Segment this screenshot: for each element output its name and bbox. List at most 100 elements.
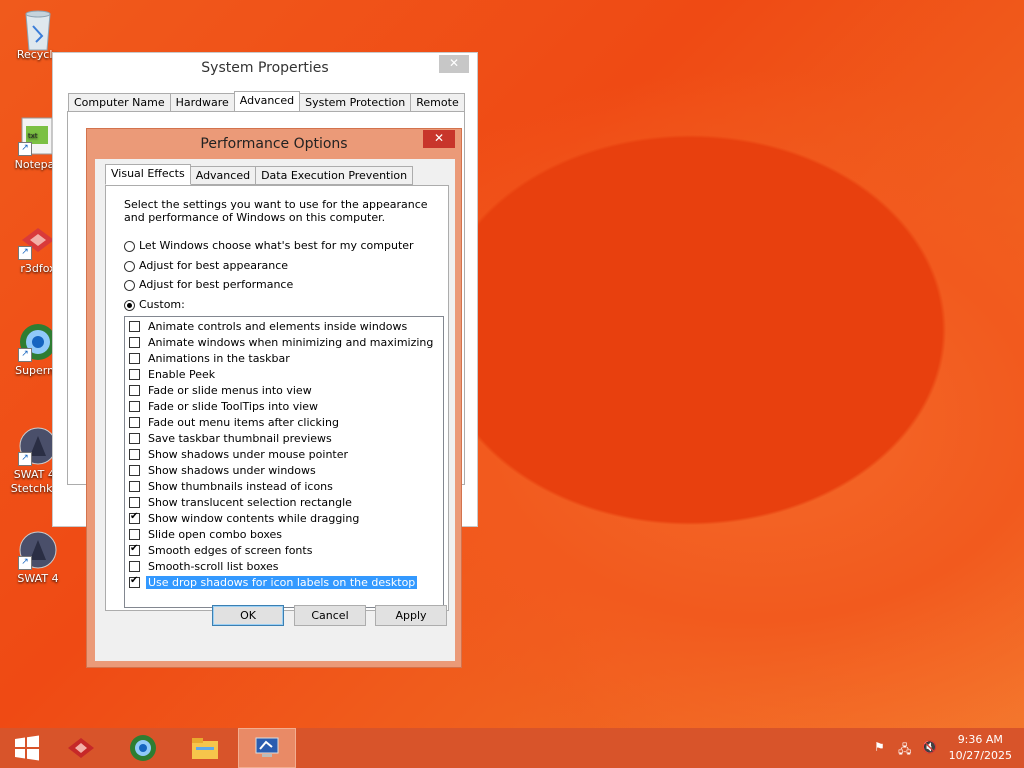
checkbox-label: Save taskbar thumbnail previews [148,431,332,445]
checkbox[interactable] [129,480,140,492]
window-title: System Properties [201,60,329,76]
list-item[interactable]: Animations in the taskbar [129,350,292,366]
list-item[interactable]: Use drop shadows for icon labels on the … [129,574,418,590]
list-item[interactable]: Enable Peek [129,366,217,382]
cancel-button[interactable]: Cancel [294,605,366,626]
desktop-icon-label: SWAT 4 [17,572,59,585]
file-explorer-icon [192,738,218,759]
list-item[interactable]: Slide open combo boxes [129,526,284,542]
shortcut-arrow-icon: ↗ [18,246,32,260]
radio-button[interactable] [124,299,135,311]
shortcut-arrow-icon: ↗ [18,348,32,362]
list-item[interactable]: Animate windows when minimizing and maxi… [129,334,435,350]
checkbox[interactable] [129,432,140,444]
checkbox-label: Fade out menu items after clicking [148,415,339,429]
tab-system-protection[interactable]: System Protection [299,93,412,112]
performance-options-dialog[interactable]: Performance Options ✕ Visual Effects Adva… [86,128,462,668]
checkbox-label: Show shadows under mouse pointer [148,447,349,461]
checkbox-label: Use drop shadows for icon labels on the … [146,575,418,589]
list-item[interactable]: Fade or slide ToolTips into view [129,398,320,414]
taskbar-supermium[interactable] [116,728,170,768]
checkbox-label: Show window contents while dragging [148,511,360,525]
taskbar-file-explorer[interactable] [178,728,232,768]
apply-button[interactable]: Apply [375,605,447,626]
checkbox[interactable] [129,511,140,524]
tab-data-execution-prevention[interactable]: Data Execution Prevention [255,166,414,185]
clock-date: 10/27/2025 [948,749,1012,762]
checkbox-label: Fade or slide ToolTips into view [148,399,319,413]
tab-computer-name[interactable]: Computer Name [68,93,171,112]
checkbox[interactable] [129,320,140,332]
radio-button[interactable] [124,260,135,272]
network-icon[interactable]: 🖧 [898,740,911,761]
windows-start-icon [15,735,39,761]
radio-custom[interactable]: Custom: [124,297,185,313]
checkbox[interactable] [129,560,140,572]
radio-label: Adjust for best performance [139,278,294,291]
list-item[interactable]: Show shadows under windows [129,462,318,478]
list-item[interactable]: Save taskbar thumbnail previews [129,430,334,446]
checkbox[interactable] [129,416,140,428]
radio-best-appearance[interactable]: Adjust for best appearance [124,258,288,274]
checkbox-label: Show translucent selection rectangle [148,495,352,509]
visual-effects-panel: Select the settings you want to use for … [105,185,449,611]
volume-muted-icon[interactable]: 🔇 [922,740,937,754]
checkbox[interactable] [129,464,140,476]
shortcut-arrow-icon: ↗ [18,556,32,570]
tab-remote[interactable]: Remote [410,93,465,112]
taskbar-r3dfox[interactable] [54,728,108,768]
checkbox[interactable] [129,575,140,588]
checkbox[interactable] [129,448,140,460]
taskbar-clock[interactable]: 9:36 AM 10/27/2025 [949,732,1012,764]
list-item[interactable]: Show translucent selection rectangle [129,494,354,510]
desktop-icon-swat4[interactable]: ↗ SWAT 4 [2,530,74,586]
system-properties-icon [255,737,279,757]
tab-advanced[interactable]: Advanced [189,166,257,185]
list-item[interactable]: Show window contents while dragging [129,510,361,526]
checkbox[interactable] [129,336,140,348]
taskbar-system-properties[interactable] [238,728,296,768]
tab-hardware[interactable]: Hardware [169,93,235,112]
radio-button[interactable] [124,240,135,252]
checkbox[interactable] [129,368,140,380]
window-title: Performance Options [200,136,348,152]
ok-button[interactable]: OK [212,605,284,626]
radio-best-performance[interactable]: Adjust for best performance [124,277,293,293]
radio-button[interactable] [124,279,135,291]
shortcut-arrow-icon: ↗ [18,142,32,156]
dialog-client-area: Visual Effects Advanced Data Execution Pre… [95,159,455,661]
list-item[interactable]: Smooth edges of screen fonts [129,542,314,558]
list-item[interactable]: Fade or slide menus into view [129,382,314,398]
checkbox-label: Smooth edges of screen fonts [148,543,313,557]
list-item[interactable]: Show thumbnails instead of icons [129,478,335,494]
recycle-bin-icon [18,6,58,51]
description-text: Select the settings you want to use for … [124,198,428,224]
radio-let-windows-choose[interactable]: Let Windows choose what's best for my co… [124,238,414,254]
checkbox-label: Fade or slide menus into view [148,383,312,397]
checkbox[interactable] [129,400,140,412]
close-button[interactable]: ✕ [439,55,469,73]
swat4-icon: ↗ [18,530,58,570]
clock-time: 9:36 AM [957,733,1003,746]
checkbox[interactable] [129,528,140,540]
shortcut-arrow-icon: ↗ [18,452,32,466]
close-button[interactable]: ✕ [423,130,455,148]
tab-visual-effects[interactable]: Visual Effects [105,164,191,185]
action-center-flag-icon[interactable]: ⚑ [874,740,885,754]
list-item[interactable]: Smooth-scroll list boxes [129,558,281,574]
start-button[interactable] [0,728,54,768]
taskbar: ⚑ 🖧 🔇 9:36 AM 10/27/2025 [0,728,1024,768]
list-item[interactable]: Show shadows under mouse pointer [129,446,350,462]
visual-effects-list[interactable]: Animate controls and elements inside win… [124,316,444,608]
svg-text:txt: txt [28,132,38,140]
tab-advanced[interactable]: Advanced [233,91,301,112]
checkbox[interactable] [129,352,140,364]
close-icon: ✕ [433,131,445,145]
checkbox[interactable] [129,543,140,556]
checkbox[interactable] [129,384,140,396]
list-item[interactable]: Animate controls and elements inside win… [129,318,409,334]
list-item[interactable]: Fade out menu items after clicking [129,414,341,430]
checkbox[interactable] [129,496,140,508]
tab-strip: Visual Effects Advanced Data Execution Pre… [105,164,414,187]
checkbox-label: Show thumbnails instead of icons [148,479,333,493]
